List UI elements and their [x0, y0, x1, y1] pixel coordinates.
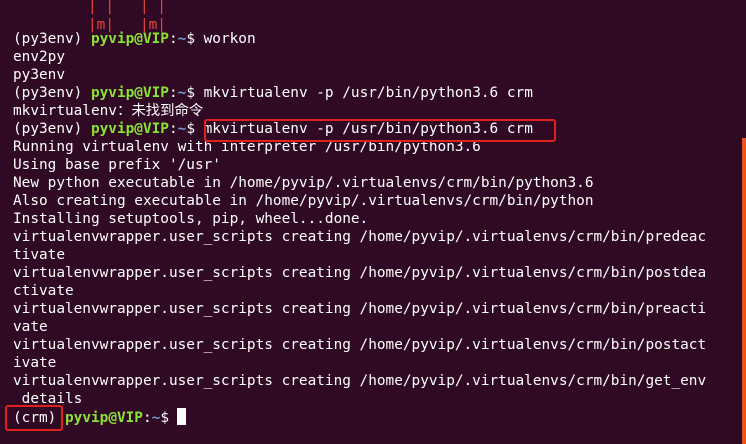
- output-line: _details: [13, 391, 83, 407]
- output-line: New python executable in /home/pyvip/.vi…: [13, 175, 594, 191]
- highlighted-command: mkvirtualenv -p /usr/bin/python3.6 crm: [203, 121, 533, 137]
- output-line: virtualenvwrapper.user_scripts creating …: [13, 229, 707, 245]
- prompt-path: ~: [177, 121, 187, 137]
- terminal-output: (py3env) pyvip@VIP:~$ workon env2py py3e…: [13, 30, 741, 426]
- output-line: Also creating executable in /home/pyvip/…: [13, 193, 594, 209]
- terminal-window[interactable]: | | | | |m| |m| (py3env) pyvip@VIP:~$ wo…: [0, 0, 746, 444]
- prompt-line-mkvirtualenv-2: (py3env) pyvip@VIP:~$ mkvirtualenv -p /u…: [13, 120, 741, 138]
- prompt-path: ~: [177, 85, 187, 101]
- output-line: env2py: [13, 49, 65, 65]
- prompt-env: (py3env): [13, 121, 91, 137]
- prompt-env: (py3env): [13, 85, 91, 101]
- prompt-user: pyvip@VIP: [65, 410, 143, 426]
- output-line: py3env: [13, 67, 65, 83]
- prompt-dollar: $: [186, 31, 204, 47]
- prompt-user: pyvip@VIP: [90, 121, 169, 137]
- prompt-line-mkvirtualenv-1: (py3env) pyvip@VIP:~$ mkvirtualenv -p /u…: [13, 84, 741, 102]
- command-text: mkvirtualenv -p /usr/bin/python3.6 crm: [203, 85, 533, 101]
- active-prompt-line[interactable]: (crm) pyvip@VIP:~$: [13, 408, 741, 426]
- prompt-user: pyvip@VIP: [90, 31, 169, 47]
- output-line: Using base prefix '/usr': [13, 157, 221, 173]
- command-text: workon: [203, 31, 256, 47]
- output-line: Installing setuptools, pip, wheel...done…: [13, 211, 369, 227]
- text-cursor[interactable]: [177, 408, 186, 425]
- prompt-env: (py3env): [13, 31, 91, 47]
- scrollbar[interactable]: [742, 138, 746, 444]
- prompt-colon: :: [142, 410, 152, 426]
- prompt-dollar: $: [186, 85, 204, 101]
- output-line: virtualenvwrapper.user_scripts creating …: [13, 373, 707, 389]
- prompt-user: pyvip@VIP: [90, 85, 169, 101]
- output-line: virtualenvwrapper.user_scripts creating …: [13, 337, 707, 353]
- output-line: ivate: [13, 355, 57, 371]
- output-line: tivate: [13, 247, 65, 263]
- output-line: virtualenvwrapper.user_scripts creating …: [13, 301, 707, 317]
- prompt-colon: :: [168, 85, 178, 101]
- output-line: virtualenvwrapper.user_scripts creating …: [13, 265, 707, 281]
- prompt-dollar: $: [186, 121, 204, 137]
- prompt-colon: :: [168, 121, 178, 137]
- prompt-path: ~: [177, 31, 187, 47]
- prompt-colon: :: [168, 31, 178, 47]
- active-env-name: (crm): [13, 410, 57, 426]
- output-line: vate: [13, 319, 48, 335]
- prompt-line-workon: (py3env) pyvip@VIP:~$ workon: [13, 30, 741, 48]
- output-line: ctivate: [13, 283, 74, 299]
- ascii-art-banner: | | | | |m| |m|: [88, 0, 166, 33]
- output-line: Running virtualenv with interpreter /usr…: [13, 139, 481, 155]
- error-line: mkvirtualenv：未找到命令: [13, 103, 204, 119]
- prompt-dollar: $: [160, 410, 169, 426]
